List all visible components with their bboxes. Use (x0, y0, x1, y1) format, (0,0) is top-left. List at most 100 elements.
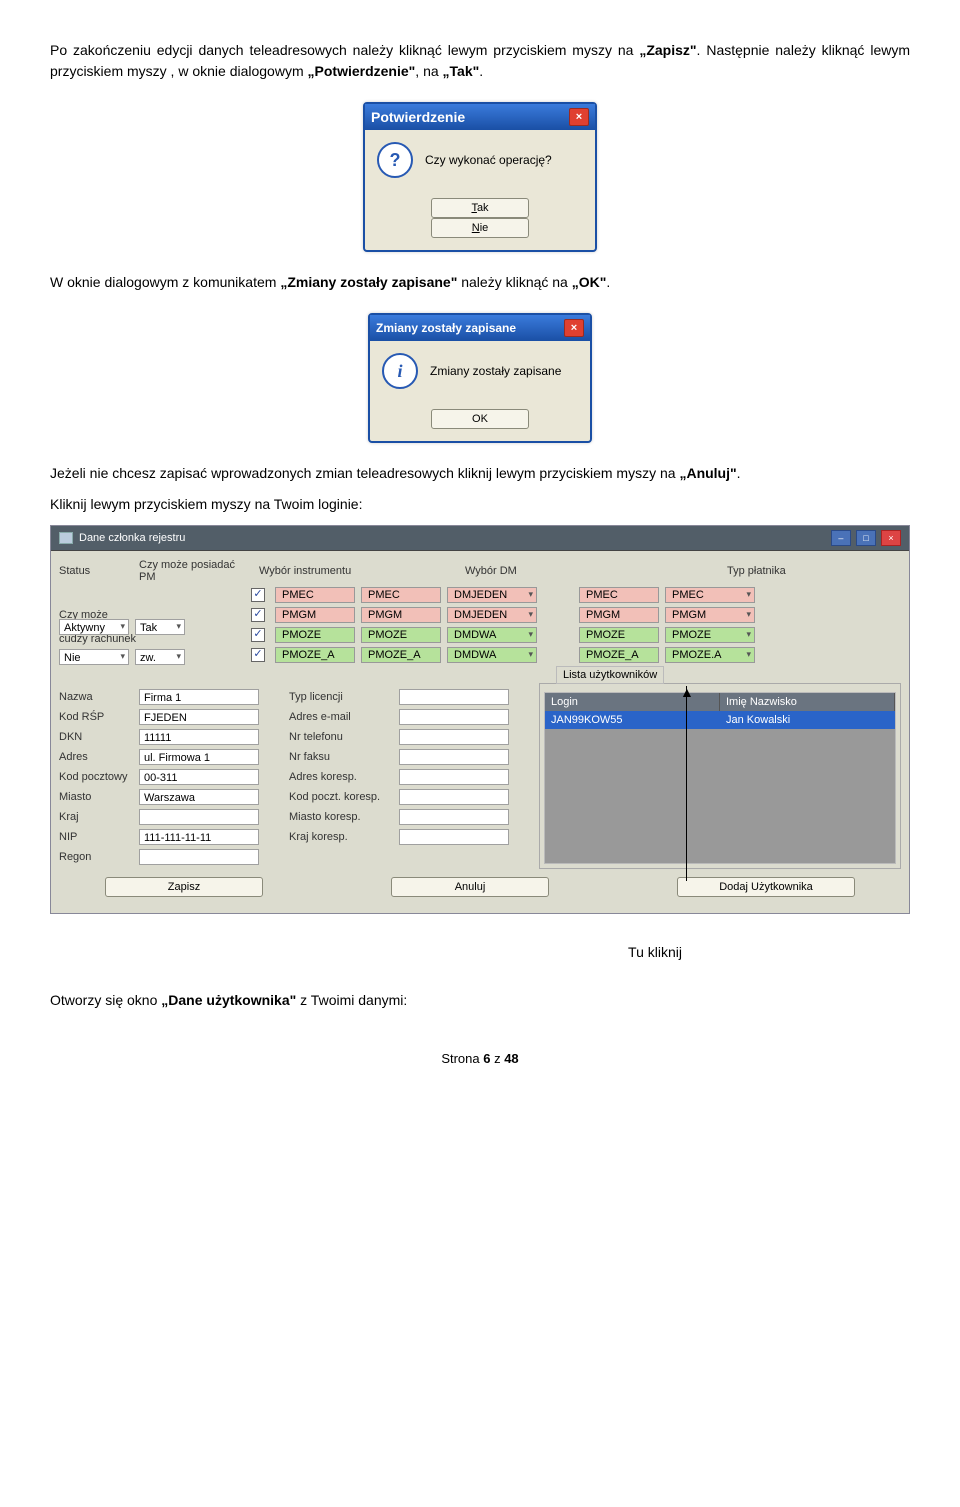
arrow-line (686, 686, 687, 881)
kraj-field[interactable] (139, 809, 259, 825)
text-bold: „OK" (572, 274, 607, 290)
instr-c1: PMOZE (275, 627, 355, 643)
status-select[interactable]: Aktywny (59, 619, 129, 635)
close-icon[interactable]: × (564, 319, 584, 337)
checkbox[interactable]: ✓ (251, 648, 265, 662)
paragraph-4: Kliknij lewym przyciskiem myszy na Twoim… (50, 494, 910, 515)
label-nazwa: Nazwa (59, 691, 133, 703)
instr-c2: PMOZE_A (361, 647, 441, 663)
adres-field[interactable]: ul. Firmowa 1 (139, 749, 259, 765)
text: . (737, 465, 741, 481)
adres-kor-field[interactable] (399, 769, 509, 785)
close-icon[interactable]: × (881, 530, 901, 546)
text-bold: „Tak" (443, 63, 480, 79)
label-czy-pm: Czy może posiadać PM (139, 559, 253, 583)
text: W oknie dialogowym z komunikatem (50, 274, 280, 290)
app-titlebar: Dane członka rejestru – □ × (51, 526, 909, 551)
text: . (479, 63, 483, 79)
text: należy kliknąć na (457, 274, 571, 290)
dm-select[interactable]: DMDWA (447, 647, 537, 663)
label-fax: Nr faksu (289, 751, 393, 763)
yes-label: T (471, 202, 477, 214)
label-wybor-instr: Wybór instrumentu (259, 565, 363, 577)
text: Po zakończeniu edycji danych teleadresow… (50, 42, 639, 58)
instr-c4: PMEC (579, 587, 659, 603)
users-box-title: Lista użytkowników (556, 666, 664, 684)
callout-label: Tu kliknij (400, 944, 910, 960)
text: . (606, 274, 610, 290)
instr-c1: PMEC (275, 587, 355, 603)
platnik-select[interactable]: PMGM (665, 607, 755, 623)
text-bold: „Zapisz" (639, 42, 696, 58)
label-miasto-kor: Miasto koresp. (289, 811, 393, 823)
info-icon: i (382, 353, 418, 389)
instr-c4: PMOZE_A (579, 647, 659, 663)
dialog-message: Czy wykonać operację? (425, 153, 552, 167)
label-status: Status (59, 565, 133, 577)
kraj-kor-field[interactable] (399, 829, 509, 845)
instr-c2: PMEC (361, 587, 441, 603)
typ-lic-field[interactable] (399, 689, 509, 705)
user-login: JAN99KOW55 (545, 711, 720, 729)
instrument-row: ✓PMOZE_APMOZE_ADMDWAPMOZE_APMOZE.A (251, 647, 901, 663)
dkn-field[interactable]: 11111 (139, 729, 259, 745)
question-icon: ? (377, 142, 413, 178)
instrument-row: ✓ PMEC PMEC DMJEDEN PMEC PMEC (251, 587, 901, 603)
maximize-icon[interactable]: □ (856, 530, 876, 546)
no-button[interactable]: Nie (431, 218, 529, 238)
platnik-select[interactable]: PMEC (665, 587, 755, 603)
czy-dziala-select[interactable]: Nie (59, 649, 129, 665)
text: z Twoimi danymi: (296, 992, 407, 1008)
nazwa-field[interactable]: Firma 1 (139, 689, 259, 705)
page-footer: Strona 6 z 48 (50, 1051, 910, 1066)
ok-button[interactable]: OK (431, 409, 529, 429)
label-wybor-dm: Wybór DM (465, 565, 569, 577)
email-field[interactable] (399, 709, 509, 725)
platnik-select[interactable]: PMOZE (665, 627, 755, 643)
checkbox[interactable]: ✓ (251, 588, 265, 602)
regon-field[interactable] (139, 849, 259, 865)
dm-select[interactable]: DMDWA (447, 627, 537, 643)
kod-poczt-field[interactable]: 00-311 (139, 769, 259, 785)
fax-field[interactable] (399, 749, 509, 765)
label-email: Adres e-mail (289, 711, 393, 723)
anuluj-button[interactable]: Anuluj (391, 877, 549, 897)
paragraph-2: W oknie dialogowym z komunikatem „Zmiany… (50, 272, 910, 293)
label-kraj-kor: Kraj koresp. (289, 831, 393, 843)
miasto-field[interactable]: Warszawa (139, 789, 259, 805)
app-icon (59, 532, 73, 544)
text: , na (415, 63, 442, 79)
users-list: Login Imię Nazwisko JAN99KOW55 Jan Kowal… (544, 692, 896, 864)
vat-select[interactable]: zw. (135, 649, 185, 665)
text-bold: „Potwierdzenie" (308, 63, 416, 79)
yes-button[interactable]: Tak (431, 198, 529, 218)
dialog-titlebar: Potwierdzenie × (365, 104, 595, 130)
app-title: Dane członka rejestru (79, 532, 185, 544)
dialog-saved: Zmiany zostały zapisane × i Zmiany zosta… (368, 313, 592, 443)
checkbox[interactable]: ✓ (251, 608, 265, 622)
paragraph-1: Po zakończeniu edycji danych teleadresow… (50, 40, 910, 82)
user-row-selected[interactable]: JAN99KOW55 Jan Kowalski (545, 711, 895, 729)
czy-pm-select[interactable]: Tak (135, 619, 185, 635)
nip-field[interactable]: 111-111-11-11 (139, 829, 259, 845)
col-imie-nazw: Imię Nazwisko (720, 693, 895, 711)
tel-field[interactable] (399, 729, 509, 745)
dm-select[interactable]: DMJEDEN (447, 607, 537, 623)
platnik-select[interactable]: PMOZE.A (665, 647, 755, 663)
dm-select[interactable]: DMJEDEN (447, 587, 537, 603)
minimize-icon[interactable]: – (831, 530, 851, 546)
checkbox[interactable]: ✓ (251, 628, 265, 642)
text-bold: „Anuluj" (679, 465, 736, 481)
kod-kor-field[interactable] (399, 789, 509, 805)
instr-c4: PMGM (579, 607, 659, 623)
miasto-kor-field[interactable] (399, 809, 509, 825)
paragraph-5: Otworzy się okno „Dane użytkownika" z Tw… (50, 990, 910, 1011)
user-name: Jan Kowalski (720, 711, 895, 729)
text: Jeżeli nie chcesz zapisać wprowadzonych … (50, 465, 679, 481)
dialog-confirm: Potwierdzenie × ? Czy wykonać operację? … (363, 102, 597, 252)
close-icon[interactable]: × (569, 108, 589, 126)
dodaj-button[interactable]: Dodaj Użytkownika (677, 877, 855, 897)
kod-rsp-field[interactable]: FJEDEN (139, 709, 259, 725)
zapisz-button[interactable]: Zapisz (105, 877, 263, 897)
instr-c2: PMGM (361, 607, 441, 623)
